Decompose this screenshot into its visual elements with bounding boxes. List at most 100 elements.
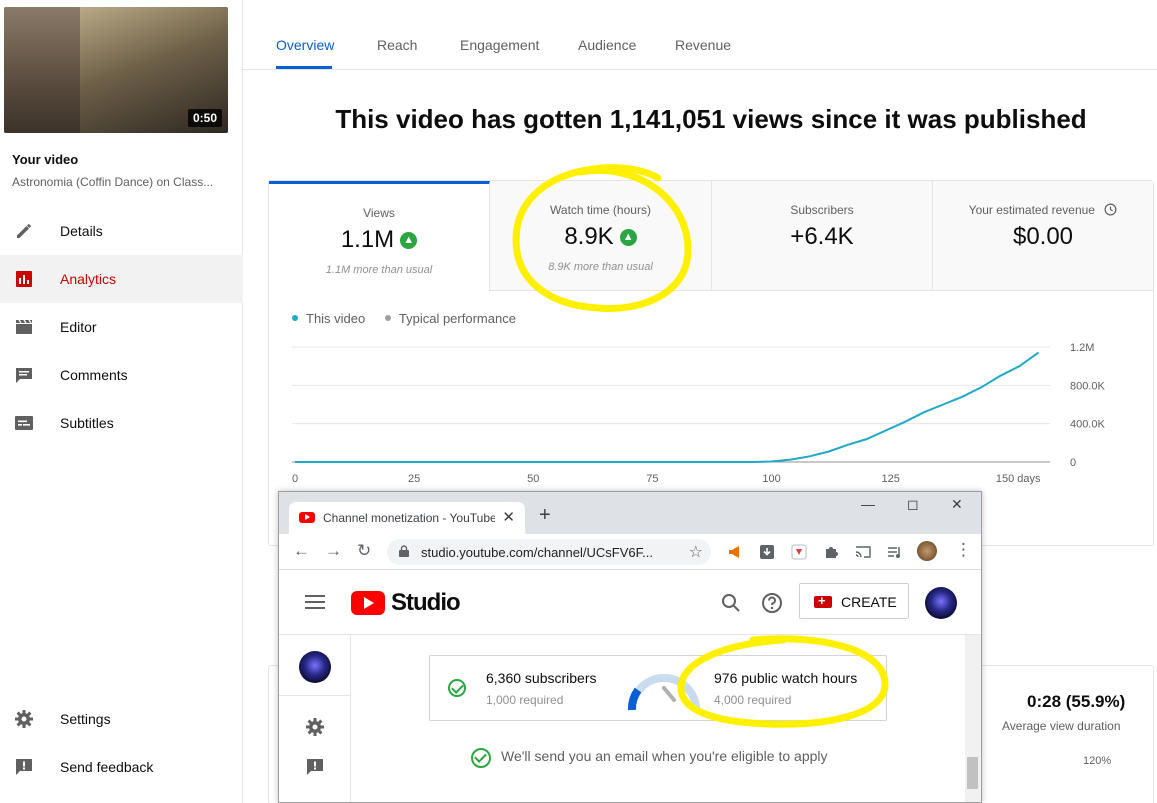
cast-icon[interactable] bbox=[855, 544, 871, 560]
browser-tab-title: Channel monetization - YouTube bbox=[323, 511, 495, 525]
scrollbar-thumb[interactable] bbox=[967, 757, 978, 789]
tab-revenue[interactable]: Revenue bbox=[675, 37, 731, 53]
url-text: studio.youtube.com/channel/UCsFV6F... bbox=[421, 545, 653, 560]
sidebar-item-label: Subtitles bbox=[60, 415, 114, 431]
y-tick-label: 1.2M bbox=[1070, 342, 1094, 354]
studio-wordmark[interactable]: Studio bbox=[391, 589, 461, 617]
profile-avatar[interactable] bbox=[917, 541, 937, 561]
legend-dot-typical bbox=[384, 315, 391, 321]
x-tick-label: 150 days bbox=[996, 473, 1041, 485]
browser-tab[interactable]: Channel monetization - YouTube ✕ bbox=[289, 502, 525, 534]
reload-icon[interactable]: ↻ bbox=[357, 541, 371, 561]
sidebar-item-label: Comments bbox=[60, 367, 128, 383]
tab-audience[interactable]: Audience bbox=[578, 37, 636, 53]
bookmark-star-icon[interactable]: ☆ bbox=[689, 542, 703, 562]
video-camera-icon bbox=[814, 593, 832, 608]
sidebar-item-editor[interactable]: Editor bbox=[0, 303, 243, 351]
retention-percent-label: 120% bbox=[1083, 755, 1112, 767]
views-line-chart: 0 400.0K 800.0K 1.2M 0 25 50 75 100 125 150 days bbox=[292, 342, 1106, 485]
maximize-icon[interactable]: ◻ bbox=[907, 496, 919, 513]
metric-sub: 8.9K more than usual bbox=[548, 261, 653, 273]
subtitles-icon bbox=[14, 413, 34, 433]
metric-value: 1.1M ▲ bbox=[269, 226, 489, 254]
metric-views[interactable]: Views 1.1M ▲ 1.1M more than usual bbox=[269, 181, 490, 291]
legend-typical: Typical performance bbox=[398, 311, 516, 326]
video-title[interactable]: Astronomia (Coffin Dance) on Class... bbox=[12, 175, 232, 189]
x-tick-label: 50 bbox=[527, 473, 539, 485]
clock-icon bbox=[1104, 203, 1117, 216]
tab-engagement[interactable]: Engagement bbox=[460, 37, 539, 53]
sidebar-item-subtitles[interactable]: Subtitles bbox=[0, 399, 243, 447]
page-scrollbar[interactable] bbox=[965, 635, 981, 802]
metric-label: Watch time (hours) bbox=[550, 203, 651, 217]
rail-gear-icon[interactable] bbox=[305, 717, 325, 737]
metric-watch-time[interactable]: Watch time (hours) 8.9K ▲ 8.9K more than … bbox=[490, 181, 712, 291]
kebab-menu-icon[interactable]: ⋮ bbox=[955, 540, 972, 560]
tab-overview[interactable]: Overview bbox=[276, 37, 334, 53]
series-line-this-video bbox=[295, 351, 1040, 463]
arrow-up-icon: ▲ bbox=[619, 229, 637, 246]
comment-icon bbox=[14, 365, 34, 385]
channel-avatar[interactable] bbox=[925, 587, 957, 619]
check-circle-icon bbox=[448, 679, 466, 697]
active-tab-indicator bbox=[276, 66, 332, 69]
forward-icon[interactable]: → bbox=[325, 541, 342, 561]
legend-dot-this-video bbox=[292, 315, 298, 321]
lock-icon bbox=[399, 545, 409, 557]
address-bar[interactable]: studio.youtube.com/channel/UCsFV6F... ☆ bbox=[387, 539, 711, 565]
new-tab-icon[interactable]: + bbox=[539, 504, 551, 527]
studio-header: Studio CREATE bbox=[279, 571, 981, 635]
close-window-icon[interactable]: ✕ bbox=[951, 496, 963, 513]
avg-view-duration-label: Average view duration bbox=[1002, 719, 1121, 733]
minimize-icon[interactable]: — bbox=[861, 496, 875, 512]
megaphone-extension-icon[interactable] bbox=[727, 544, 743, 560]
x-tick-label: 25 bbox=[408, 473, 420, 485]
email-notice: We'll send you an email when you're elig… bbox=[501, 748, 828, 764]
metric-value: 8.9K ▲ bbox=[490, 223, 711, 251]
back-icon[interactable]: ← bbox=[293, 541, 310, 561]
x-tick-label: 100 bbox=[762, 473, 780, 485]
rail-divider bbox=[279, 695, 351, 696]
metric-revenue[interactable]: Your estimated revenue $0.00 bbox=[933, 181, 1153, 291]
avg-view-duration-value: 0:28 (55.9%) bbox=[1027, 692, 1126, 711]
y-tick-label: 800.0K bbox=[1070, 380, 1106, 392]
metric-label: Views bbox=[363, 206, 395, 220]
arrow-up-icon: ▲ bbox=[400, 232, 418, 249]
y-tick-label: 400.0K bbox=[1070, 419, 1106, 431]
y-tick-label: 0 bbox=[1070, 457, 1076, 469]
metric-sub: 1.1M more than usual bbox=[325, 264, 433, 276]
download-extension-icon[interactable] bbox=[759, 544, 775, 560]
gear-icon bbox=[14, 709, 34, 729]
left-sidebar: 0:50 Your video Astronomia (Coffin Dance… bbox=[0, 0, 243, 803]
sidebar-item-label: Details bbox=[60, 223, 103, 239]
search-icon[interactable] bbox=[721, 593, 741, 613]
create-button[interactable]: CREATE bbox=[799, 583, 909, 619]
sidebar-item-send-feedback[interactable]: Send feedback bbox=[0, 743, 243, 791]
tab-reach[interactable]: Reach bbox=[377, 37, 417, 53]
sidebar-item-comments[interactable]: Comments bbox=[0, 351, 243, 399]
feedback-icon bbox=[14, 757, 34, 777]
help-icon[interactable] bbox=[761, 592, 783, 614]
shield-extension-icon[interactable] bbox=[791, 544, 807, 560]
legend-this-video: This video bbox=[306, 311, 366, 326]
sidebar-item-details[interactable]: Details bbox=[0, 207, 243, 255]
x-tick-label: 75 bbox=[646, 473, 658, 485]
your-video-label: Your video bbox=[12, 152, 79, 167]
analytics-tabs bbox=[243, 0, 1157, 70]
media-queue-icon[interactable] bbox=[887, 544, 903, 560]
page-headline: This video has gotten 1,141,051 views si… bbox=[335, 104, 1087, 134]
video-thumbnail[interactable]: 0:50 bbox=[4, 7, 228, 133]
metric-value: $0.00 bbox=[1012, 223, 1074, 250]
subscribers-count: 6,360 subscribers bbox=[486, 670, 597, 686]
hamburger-menu-icon[interactable] bbox=[305, 595, 325, 609]
sidebar-item-settings[interactable]: Settings bbox=[0, 695, 243, 743]
metric-subscribers[interactable]: Subscribers +6.4K bbox=[712, 181, 933, 291]
browser-toolbar: ← → ↻ studio.youtube.com/channel/UCsFV6F… bbox=[279, 534, 981, 570]
sidebar-item-analytics[interactable]: Analytics bbox=[0, 255, 243, 303]
sidebar-item-label: Analytics bbox=[60, 271, 117, 287]
youtube-logo-icon[interactable] bbox=[351, 591, 385, 615]
rail-feedback-icon[interactable] bbox=[305, 757, 325, 777]
puzzle-extension-icon[interactable] bbox=[823, 544, 839, 560]
rail-channel-avatar[interactable] bbox=[299, 651, 331, 683]
close-tab-icon[interactable]: ✕ bbox=[502, 508, 515, 526]
